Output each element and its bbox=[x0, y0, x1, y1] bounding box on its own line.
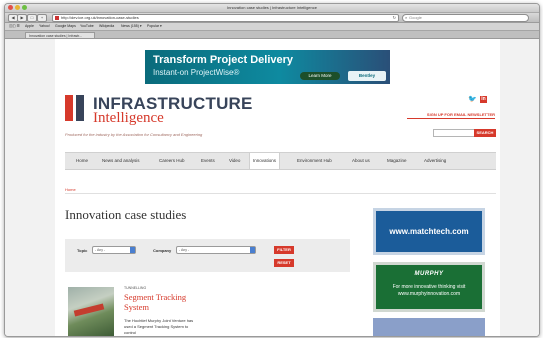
bentley-logo: Bentley bbox=[348, 71, 386, 81]
company-label: Company bbox=[153, 248, 172, 253]
divider bbox=[65, 193, 496, 194]
nav-item-innovations[interactable]: Innovations bbox=[249, 153, 281, 169]
nav-item-events[interactable]: Events bbox=[201, 153, 215, 169]
article-title[interactable]: Segment Tracking System bbox=[124, 292, 204, 312]
favicon-icon bbox=[55, 16, 59, 20]
topic-label: Topic bbox=[77, 248, 88, 253]
nav-item-home[interactable]: Home bbox=[76, 153, 88, 169]
address-bar[interactable]: http://dev.ice.org.uk/innovation-case-st… bbox=[52, 14, 399, 22]
nav-item-environment[interactable]: Environment Hub bbox=[297, 153, 332, 169]
learn-more-button[interactable]: Learn More bbox=[300, 72, 340, 80]
breadcrumb[interactable]: Home bbox=[65, 187, 76, 192]
search-placeholder: Google bbox=[409, 15, 422, 20]
matchtech-ad[interactable]: www.matchtech.com bbox=[373, 208, 485, 255]
browser-search-input[interactable]: ⌕ Google bbox=[402, 14, 529, 22]
reload-icon[interactable]: ↻ bbox=[393, 15, 396, 21]
chevron-down-icon bbox=[130, 247, 135, 253]
nav-item-about[interactable]: About us bbox=[352, 153, 370, 169]
linkedin-icon[interactable]: in bbox=[480, 96, 487, 103]
ad-banner[interactable]: Transform Project Delivery Instant-on Pr… bbox=[145, 50, 390, 84]
topic-select-value: - Any - bbox=[95, 248, 106, 252]
twitter-icon[interactable]: 🐦 bbox=[468, 96, 477, 103]
murphy-ad-text: For more innovative thinking visit www.m… bbox=[392, 284, 466, 297]
matchtech-ad-text: www.matchtech.com bbox=[389, 227, 469, 236]
site-content: Transform Project Delivery Instant-on Pr… bbox=[55, 39, 500, 336]
page-title: Innovation case studies bbox=[65, 207, 187, 222]
site-search-button[interactable]: SEARCH bbox=[474, 129, 496, 137]
browser-toolbar: ◀ ▶ □ + http://dev.ice.org.uk/innovation… bbox=[5, 13, 539, 23]
company-select-value: - Any - bbox=[179, 248, 190, 252]
company-select[interactable]: - Any - bbox=[176, 246, 256, 254]
filter-panel: Topic - Any - Company - Any - FILTER RES… bbox=[65, 239, 350, 272]
site-tagline: Produced for the industry by the Associa… bbox=[65, 132, 203, 137]
reset-button[interactable]: RESET bbox=[274, 259, 294, 267]
main-nav: Home News and analysis Careers Hub Event… bbox=[65, 152, 496, 170]
banner-subtitle: Instant-on ProjectWise® bbox=[153, 68, 240, 77]
nav-item-advertising[interactable]: Advertising bbox=[424, 153, 446, 169]
article-category: TUNNELLING bbox=[124, 286, 147, 290]
browser-window: Innovation case studies | Infrastructure… bbox=[4, 3, 540, 337]
bookmark-item[interactable]: Apple bbox=[25, 23, 34, 30]
bookmark-item[interactable]: News (155) ▾ bbox=[121, 23, 142, 30]
article-summary: The Hochtief Murphy Joint Venture has us… bbox=[124, 318, 194, 335]
logo-bar-navy bbox=[76, 95, 84, 121]
logo-mark-icon[interactable] bbox=[65, 95, 89, 121]
bookmark-item[interactable]: Google Maps bbox=[55, 23, 76, 30]
filter-button[interactable]: FILTER bbox=[274, 246, 294, 254]
logo-bar-red bbox=[65, 95, 73, 121]
tab-bar: Innovation case studies | Infrastr... bbox=[5, 31, 539, 39]
thumbnail-detail bbox=[73, 303, 105, 317]
share-button[interactable]: □ bbox=[27, 14, 37, 22]
bookmark-item[interactable]: Wikipedia bbox=[99, 23, 114, 30]
search-icon: ⌕ bbox=[405, 15, 408, 20]
window-title: Innovation case studies | Infrastructure… bbox=[227, 5, 317, 10]
add-bookmark-button[interactable]: + bbox=[37, 14, 47, 22]
topic-select[interactable]: - Any - bbox=[92, 246, 136, 254]
forward-button[interactable]: ▶ bbox=[17, 14, 27, 22]
page-viewport: Transform Project Delivery Instant-on Pr… bbox=[5, 39, 539, 336]
nav-item-news[interactable]: News and analysis bbox=[102, 153, 140, 169]
banner-title: Transform Project Delivery bbox=[153, 54, 294, 66]
nav-item-video[interactable]: Video bbox=[229, 153, 240, 169]
site-search-input[interactable] bbox=[433, 129, 475, 137]
murphy-ad-brand: MURPHY bbox=[414, 271, 444, 277]
newsletter-signup-link[interactable]: SIGN UP FOR EMAIL NEWSLETTER bbox=[407, 112, 495, 119]
nav-item-magazine[interactable]: Magazine bbox=[387, 153, 407, 169]
site-logo-sub[interactable]: Intelligence bbox=[93, 110, 164, 127]
bookmark-item[interactable]: YouTube bbox=[80, 23, 94, 30]
bookmark-item[interactable]: Popular ▾ bbox=[147, 23, 162, 30]
bookmarks-bar: ◫◫ ☰ Apple Yahoo! Google Maps YouTube Wi… bbox=[5, 23, 539, 31]
article-thumbnail[interactable] bbox=[68, 287, 114, 336]
url-text: http://dev.ice.org.uk/innovation-case-st… bbox=[61, 15, 139, 20]
nav-item-careers[interactable]: Careers Hub bbox=[159, 153, 185, 169]
bookmark-item[interactable]: Yahoo! bbox=[39, 23, 50, 30]
browser-tab[interactable]: Innovation case studies | Infrastr... bbox=[25, 32, 95, 38]
side-ad[interactable] bbox=[373, 318, 485, 336]
chevron-down-icon bbox=[250, 247, 255, 253]
murphy-ad[interactable]: MURPHY For more innovative thinking visi… bbox=[373, 262, 485, 312]
reading-list-icon[interactable]: ◫◫ ☰ bbox=[9, 23, 20, 30]
window-titlebar: Innovation case studies | Infrastructure… bbox=[5, 4, 539, 13]
